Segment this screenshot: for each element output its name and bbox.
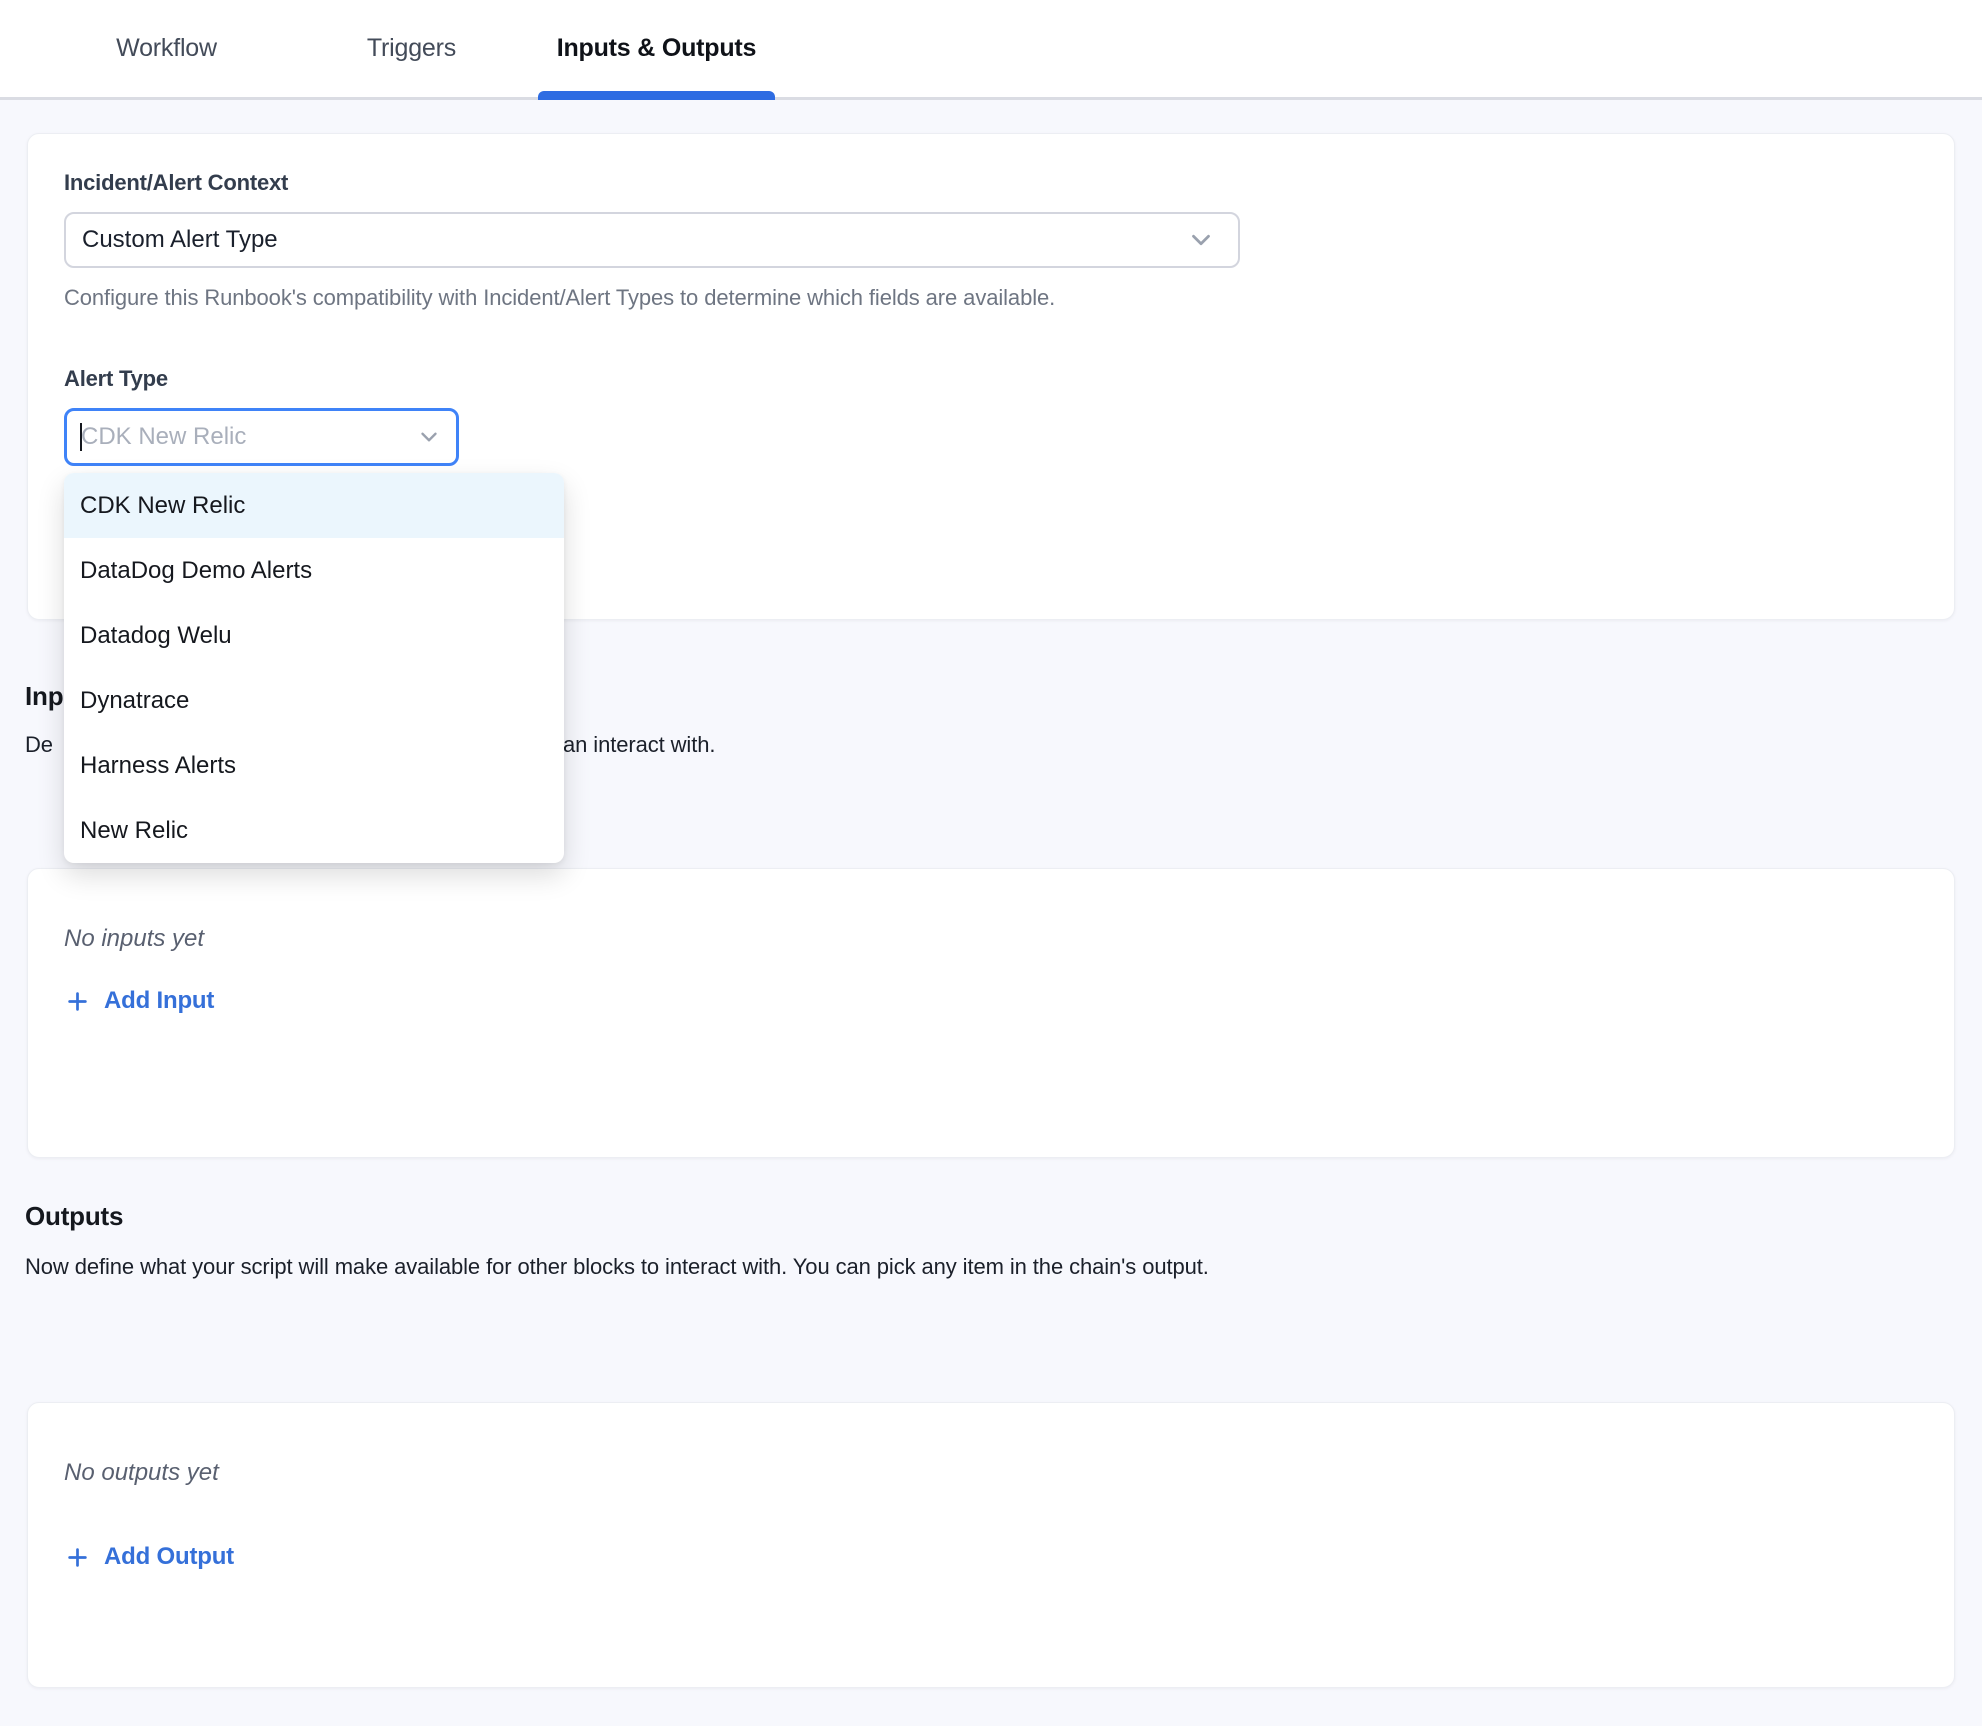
add-input-button[interactable]: Add Input [64, 987, 214, 1015]
alert-type-label: Alert Type [64, 364, 1918, 394]
tab-workflow[interactable]: Workflow [44, 0, 289, 97]
chevron-down-icon [1186, 225, 1216, 255]
alert-type-input[interactable] [81, 423, 361, 451]
dropdown-option-dynatrace[interactable]: Dynatrace [64, 668, 564, 733]
tab-workflow-label: Workflow [116, 34, 217, 63]
incident-context-card: Incident/Alert Context Custom Alert Type… [27, 133, 1955, 620]
dropdown-option-new-relic[interactable]: New Relic [64, 798, 564, 863]
tab-bar: Workflow Triggers Inputs & Outputs [0, 0, 1982, 100]
dropdown-option-harness-alerts[interactable]: Harness Alerts [64, 733, 564, 798]
incident-context-helper: Configure this Runbook's compatibility w… [64, 284, 1918, 312]
outputs-card: No outputs yet Add Output [27, 1402, 1955, 1688]
alert-type-combobox[interactable] [64, 408, 459, 466]
dropdown-option-datadog-demo-alerts[interactable]: DataDog Demo Alerts [64, 538, 564, 603]
dropdown-option-cdk-new-relic[interactable]: CDK New Relic [64, 473, 564, 538]
incident-context-select[interactable]: Custom Alert Type [64, 212, 1240, 268]
tab-inputs-outputs-label: Inputs & Outputs [557, 34, 757, 63]
chevron-down-icon [416, 424, 442, 450]
incident-context-select-value: Custom Alert Type [82, 226, 278, 254]
plus-icon [64, 1544, 91, 1571]
add-output-label: Add Output [104, 1543, 234, 1571]
inputs-section-description-fragment-right: an interact with. [563, 730, 715, 760]
alert-type-dropdown-menu: CDK New Relic DataDog Demo Alerts Datado… [64, 473, 564, 863]
inputs-card: No inputs yet Add Input [27, 868, 1955, 1158]
tabs-nav: Workflow Triggers Inputs & Outputs [44, 0, 1982, 97]
active-tab-indicator [538, 91, 775, 100]
outputs-section-heading: Outputs [25, 1200, 123, 1232]
tab-triggers-label: Triggers [367, 34, 456, 63]
tab-triggers[interactable]: Triggers [289, 0, 534, 97]
app-root: Workflow Triggers Inputs & Outputs Incid… [0, 0, 1982, 1726]
inputs-empty-text: No inputs yet [64, 923, 1918, 955]
add-input-label: Add Input [104, 987, 214, 1015]
plus-icon [64, 988, 91, 1015]
add-output-button[interactable]: Add Output [64, 1543, 234, 1571]
outputs-empty-text: No outputs yet [64, 1457, 1918, 1489]
text-cursor [80, 423, 82, 451]
outputs-section-description: Now define what your script will make av… [25, 1252, 1209, 1282]
inputs-section-description-fragment-left: De [25, 730, 53, 760]
tab-inputs-outputs[interactable]: Inputs & Outputs [534, 0, 779, 97]
dropdown-option-datadog-welu[interactable]: Datadog Welu [64, 603, 564, 668]
incident-context-label: Incident/Alert Context [64, 168, 1918, 198]
